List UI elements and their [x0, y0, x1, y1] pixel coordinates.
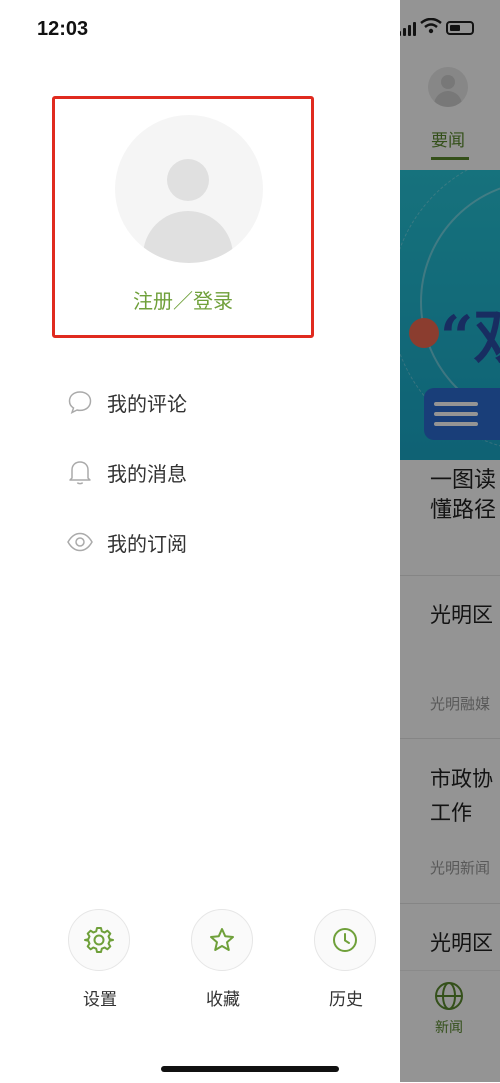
gear-icon: [84, 927, 114, 953]
register-login-link[interactable]: 注册／登录: [55, 285, 311, 314]
star-icon: [210, 928, 234, 951]
history-button[interactable]: 历史: [314, 909, 378, 1010]
settings-button[interactable]: 设置: [68, 909, 132, 1010]
menu-item-label: 我的订阅: [107, 531, 187, 556]
clock-icon: [333, 928, 357, 952]
eye-icon: [66, 528, 94, 556]
favorites-button[interactable]: 收藏: [191, 909, 255, 1010]
history-button-circle[interactable]: [314, 909, 376, 971]
settings-label: 设置: [83, 990, 117, 1010]
menu-item-my-messages[interactable]: 我的消息: [66, 452, 187, 492]
avatar[interactable]: [115, 115, 263, 263]
history-label: 历史: [329, 990, 363, 1010]
menu-item-label: 我的评论: [107, 391, 187, 416]
bell-icon: [66, 458, 94, 486]
favorites-button-circle[interactable]: [191, 909, 253, 971]
login-section[interactable]: 注册／登录: [52, 96, 314, 338]
favorites-label: 收藏: [206, 990, 240, 1010]
menu-item-my-subscriptions[interactable]: 我的订阅: [66, 522, 187, 562]
overlay-dim[interactable]: [400, 0, 500, 1082]
home-indicator[interactable]: [161, 1066, 339, 1072]
side-drawer: 12:03 注册／登录 我的评论 我的消息 我的订阅 设置 收藏 历史: [0, 0, 400, 1082]
status-time: 12:03: [37, 18, 89, 40]
comment-icon: [66, 388, 94, 416]
menu-item-my-comments[interactable]: 我的评论: [66, 382, 187, 422]
settings-button-circle[interactable]: [68, 909, 130, 971]
menu-item-label: 我的消息: [107, 461, 187, 486]
